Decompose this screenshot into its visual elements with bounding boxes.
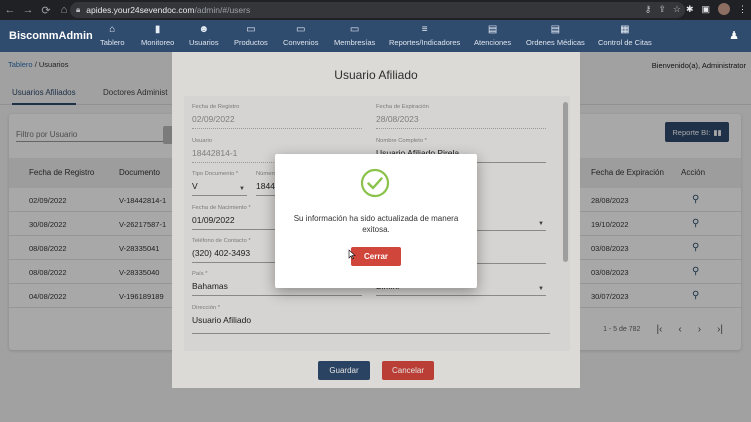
close-button[interactable]: Cerrar	[351, 247, 401, 266]
nav-tablero[interactable]: ⌂ Tablero	[100, 23, 125, 47]
nav-label: Membresías	[334, 38, 376, 47]
card-icon: ▭	[246, 24, 256, 35]
nav-convenios[interactable]: ▭ Convenios	[283, 23, 318, 47]
browser-toolbar: ← → ⟳ ⌂ 🔒︎ apides.your24sevendoc.com /ad…	[0, 0, 751, 20]
nav-label: Ordenes Médicas	[526, 38, 585, 47]
table-icon: ▤	[550, 24, 561, 35]
table-icon: ▤	[487, 24, 498, 35]
lock-icon[interactable]: 🔒︎	[76, 5, 80, 15]
url-host: apides.your24sevendoc.com	[86, 5, 195, 15]
nav-label: Control de Citas	[598, 38, 652, 47]
nav-label: Tablero	[100, 38, 125, 47]
address-bar[interactable]: 🔒︎ apides.your24sevendoc.com /admin/#/us…	[70, 2, 685, 18]
brand-title[interactable]: BiscommAdmin	[9, 30, 93, 42]
forward-icon[interactable]: →	[20, 4, 36, 16]
nav-usuarios[interactable]: ☻ Usuarios	[189, 23, 219, 47]
list-icon: ≡	[421, 24, 428, 35]
app-header: BiscommAdmin ⌂ Tablero ▮ Monitoreo ☻ Usu…	[0, 20, 751, 52]
back-icon[interactable]: ←	[2, 4, 18, 16]
bar-chart-icon: ▮	[154, 24, 161, 35]
check-circle-icon	[360, 168, 390, 198]
browser-menu-icon[interactable]: ⋮	[738, 4, 747, 15]
success-message: Su información ha sido actualizada de ma…	[293, 214, 459, 234]
users-icon: ☻	[198, 24, 210, 35]
nav-label: Productos	[234, 38, 268, 47]
mouse-cursor-icon	[348, 249, 356, 260]
account-icon[interactable]: ♟	[729, 29, 739, 42]
nav-membresias[interactable]: ▭ Membresías	[334, 23, 375, 47]
nav-label: Convenios	[283, 38, 319, 47]
nav-productos[interactable]: ▭ Productos	[234, 23, 268, 47]
nav-reportes[interactable]: ≡ Reportes/Indicadores	[389, 23, 460, 47]
calendar-icon: ▦	[620, 24, 630, 35]
nav-label: Atenciones	[474, 38, 512, 47]
nav-label: Reportes/Indicadores	[389, 38, 461, 47]
nav-monitoreo[interactable]: ▮ Monitoreo	[141, 23, 174, 47]
nav-label: Monitoreo	[141, 38, 175, 47]
share-icon[interactable]: ⇪	[658, 4, 666, 15]
side-panel-icon[interactable]: ▣	[701, 4, 710, 15]
profile-avatar[interactable]	[718, 3, 730, 15]
key-icon[interactable]: ⚷	[645, 4, 652, 15]
home-icon: ⌂	[109, 24, 116, 35]
success-dialog: Su información ha sido actualizada de ma…	[275, 154, 477, 288]
bookmark-star-icon[interactable]: ☆	[673, 4, 681, 15]
nav-atenciones[interactable]: ▤ Atenciones	[474, 23, 511, 47]
card-icon: ▭	[296, 24, 306, 35]
card-icon: ▭	[349, 24, 360, 35]
extensions-icon[interactable]: ✱	[686, 4, 694, 15]
nav-control-citas[interactable]: ▦ Control de Citas	[598, 23, 652, 47]
reload-icon[interactable]: ⟳	[38, 4, 54, 17]
nav-label: Usuarios	[189, 38, 219, 47]
url-path: /admin/#/users	[194, 5, 251, 15]
nav-ordenes-medicas[interactable]: ▤ Ordenes Médicas	[526, 23, 585, 47]
